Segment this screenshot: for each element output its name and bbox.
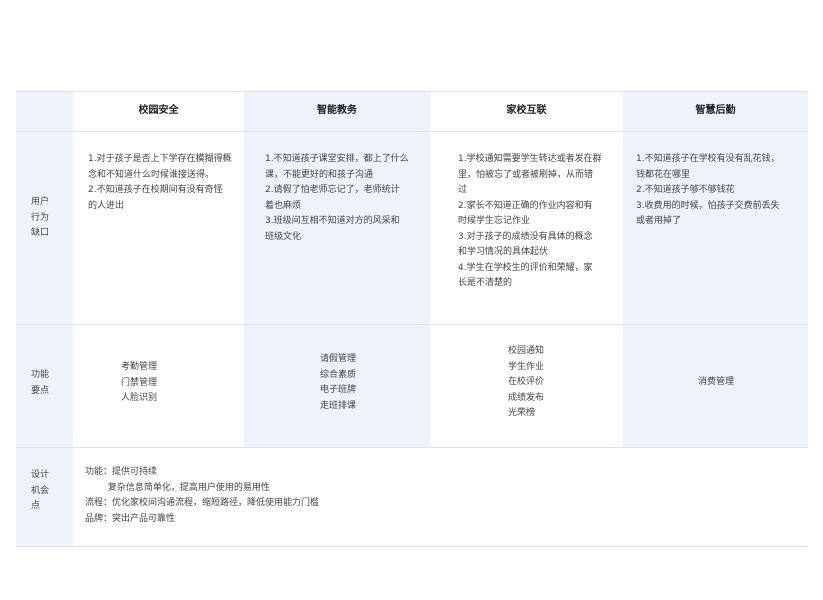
table-bottom-border xyxy=(16,546,808,547)
column-header-home-school: 家校互联 xyxy=(430,91,623,131)
design-line-brand: 品牌：突出产品可靠性 xyxy=(85,513,176,524)
column-header-smart-logistics: 智慧后勤 xyxy=(623,91,808,131)
features-text-smart-logistics: 消费管理 xyxy=(698,377,735,387)
row-label-pain-points: 用户 行为 缺口 xyxy=(31,197,50,238)
pain-text-smart-academic: 1.不知道孩子课堂安排，都上了什么 课，不能更好的和孩子沟通 2.请假了怕老师忘… xyxy=(265,154,409,242)
features-row: 功能 要点 考勤管理 门禁管理 人脸识别 请假管理 综合素质 电子班牌 走班排课… xyxy=(16,324,808,447)
column-header-smart-academic: 智能教务 xyxy=(244,91,430,131)
design-opportunity-cell: 功能：提供可持续 复杂信息简单化，提高用户使用的易用性 流程：优化家校间沟通流程… xyxy=(73,447,808,546)
pain-text-campus-safety: 1.对于孩子是否上下学存在模糊得概 念和不知道什么时候谁接送得。 2.不知道孩子… xyxy=(88,154,232,211)
design-line-function: 功能：提供可持续 xyxy=(85,467,158,477)
features-text-smart-academic: 请假管理 综合素质 电子班牌 走班排课 xyxy=(320,354,357,411)
column-header-campus-safety: 校园安全 xyxy=(73,91,244,131)
design-opportunity-row: 设计 机会 点 功能：提供可持续 复杂信息简单化，提高用户使用的易用性 流程：优… xyxy=(16,447,808,546)
row-label-cell: 功能 要点 xyxy=(16,324,73,447)
features-text-home-school: 校园通知 学生作业 在校评价 成绩发布 光荣榜 xyxy=(508,346,545,418)
row-label-design-opportunity: 设计 机会 点 xyxy=(31,470,50,511)
pain-text-home-school: 1.学校通知需要学生转达或者发在群 里，怕被忘了或者被刷掉，从而错 过 2.家长… xyxy=(458,154,602,288)
header-bottom-border xyxy=(16,131,808,132)
features-text-campus-safety: 考勤管理 门禁管理 人脸识别 xyxy=(121,362,158,403)
table-top-border xyxy=(16,91,808,92)
pain-points-row: 用户 行为 缺口 1.对于孩子是否上下学存在模糊得概 念和不知道什么时候谁接送得… xyxy=(16,131,808,324)
pain-cell-home-school: 1.学校通知需要学生转达或者发在群 里，怕被忘了或者被刷掉，从而错 过 2.家长… xyxy=(430,131,623,324)
row-label-features: 功能 要点 xyxy=(31,370,50,396)
row-label-cell: 设计 机会 点 xyxy=(16,447,73,546)
row-label-cell: 用户 行为 缺口 xyxy=(16,131,73,324)
features-cell-campus-safety: 考勤管理 门禁管理 人脸识别 xyxy=(73,324,244,447)
pain-cell-smart-logistics: 1.不知道孩子在学校有没有乱花钱， 钱都花在哪里 2.不知道孩子够不够钱花 3.… xyxy=(623,131,808,324)
design-opportunity-list: 功能：提供可持续 复杂信息简单化，提高用户使用的易用性 流程：优化家校间沟通流程… xyxy=(85,465,319,527)
pain-cell-smart-academic: 1.不知道孩子课堂安排，都上了什么 课，不能更好的和孩子沟通 2.请假了怕老师忘… xyxy=(244,131,430,324)
design-line-function-detail: 复杂信息简单化，提高用户使用的易用性 xyxy=(85,482,270,493)
features-cell-home-school: 校园通知 学生作业 在校评价 成绩发布 光荣榜 xyxy=(430,324,623,447)
header-row: 校园安全 智能教务 家校互联 智慧后勤 xyxy=(16,91,808,131)
corner-cell xyxy=(16,91,73,131)
design-line-process: 流程：优化家校间沟通流程，缩短路径，降低使用能力门槛 xyxy=(85,498,320,508)
pain-cell-campus-safety: 1.对于孩子是否上下学存在模糊得概 念和不知道什么时候谁接送得。 2.不知道孩子… xyxy=(73,131,244,324)
row-divider xyxy=(16,447,808,448)
features-cell-smart-academic: 请假管理 综合素质 电子班牌 走班排课 xyxy=(244,324,430,447)
features-cell-smart-logistics: 消费管理 xyxy=(623,324,808,447)
pain-text-smart-logistics: 1.不知道孩子在学校有没有乱花钱， 钱都花在哪里 2.不知道孩子够不够钱花 3.… xyxy=(636,154,780,226)
row-divider xyxy=(16,324,808,325)
